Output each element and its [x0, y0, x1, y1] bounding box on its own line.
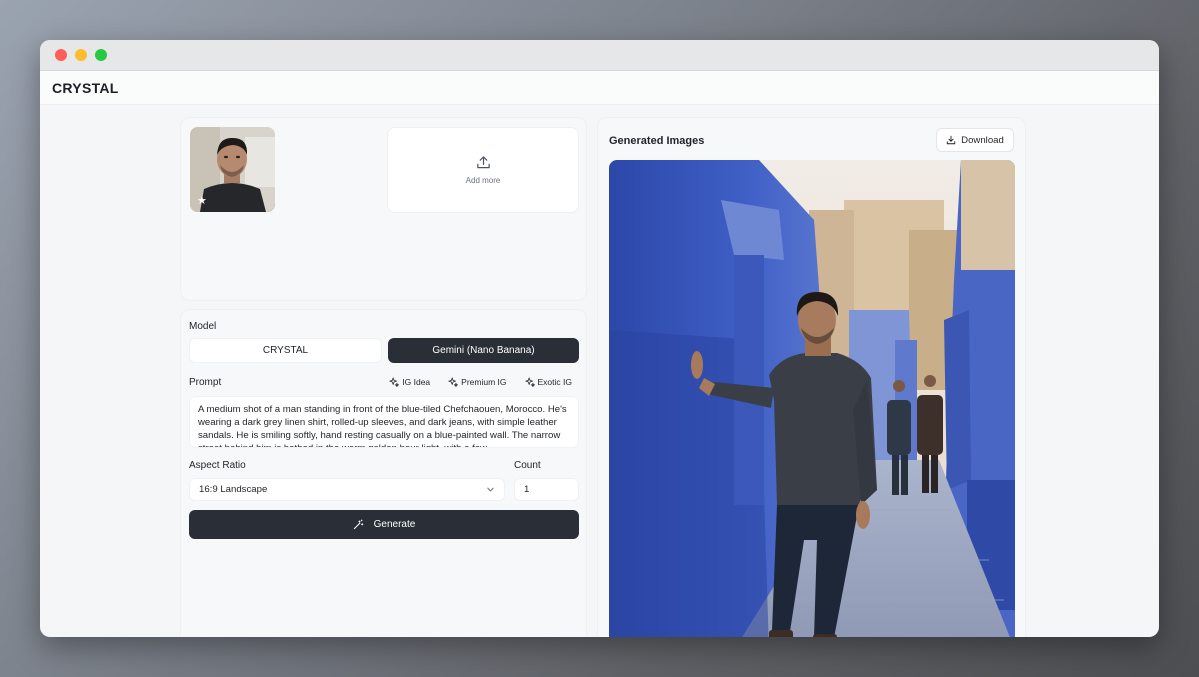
generated-images-panel: Generated Images Download [597, 117, 1026, 637]
add-more-button[interactable]: Add more [387, 127, 579, 213]
generated-images-title: Generated Images [609, 135, 705, 147]
preset-ig-idea-button[interactable]: IG Idea [389, 377, 430, 387]
aspect-ratio-select[interactable]: 16:9 Landscape [189, 478, 505, 501]
generate-button[interactable]: Generate [189, 510, 579, 539]
model-toggle: CRYSTAL Gemini (Nano Banana) [189, 338, 579, 363]
app-header: CRYSTAL [40, 71, 1159, 105]
download-button[interactable]: Download [936, 128, 1014, 152]
maximize-window-button[interactable] [95, 49, 107, 61]
model-option-crystal[interactable]: CRYSTAL [189, 338, 382, 363]
aspect-ratio-label: Aspect Ratio [189, 460, 246, 471]
reference-images-panel: ★ Add more [180, 117, 587, 301]
app-window: CRYSTAL ★ Add more Model CRYSTAL Gemini … [40, 40, 1159, 637]
generation-settings-panel: Model CRYSTAL Gemini (Nano Banana) Promp… [180, 309, 587, 637]
prompt-label: Prompt [189, 377, 222, 388]
aspect-ratio-value: 16:9 Landscape [199, 484, 268, 495]
count-input[interactable]: 1 [514, 478, 579, 501]
prompt-textarea[interactable]: A medium shot of a man standing in front… [189, 396, 579, 448]
download-icon [946, 135, 956, 145]
generate-label: Generate [373, 519, 416, 530]
main-content: ★ Add more Model CRYSTAL Gemini (Nano Ba… [40, 105, 1159, 637]
add-more-label: Add more [465, 176, 501, 185]
model-option-gemini[interactable]: Gemini (Nano Banana) [388, 338, 579, 363]
window-titlebar [40, 40, 1159, 71]
preset-exotic-ig-button[interactable]: Exotic IG [524, 377, 572, 387]
preset-label: IG Idea [402, 377, 431, 387]
preset-label: Exotic IG [537, 377, 572, 387]
preset-label: Premium IG [461, 377, 507, 387]
chevron-down-icon [487, 487, 494, 492]
app-logo-text: CRYSTAL [52, 79, 119, 96]
upload-icon [476, 156, 490, 169]
preset-premium-ig-button[interactable]: Premium IG [448, 377, 507, 387]
prompt-presets: IG Idea Premium IG Exotic IG [389, 377, 572, 387]
primary-star-icon: ★ [197, 195, 207, 207]
generated-image[interactable] [609, 160, 1015, 637]
count-label: Count [514, 460, 541, 471]
minimize-window-button[interactable] [75, 49, 87, 61]
sparkles-icon [448, 377, 459, 387]
close-window-button[interactable] [55, 49, 67, 61]
chefchaouen-street-photo [609, 160, 1015, 637]
reference-image-thumbnail[interactable]: ★ [190, 127, 275, 212]
model-label: Model [189, 321, 217, 332]
sparkles-icon [524, 377, 535, 387]
magic-wand-icon [353, 519, 363, 530]
download-label: Download [961, 134, 1004, 146]
count-value: 1 [524, 484, 530, 495]
sparkles-icon [389, 377, 400, 387]
